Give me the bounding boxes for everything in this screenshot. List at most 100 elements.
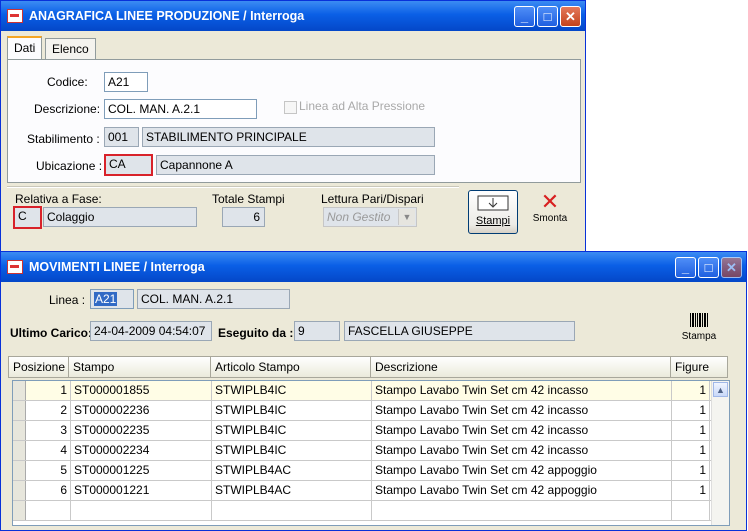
cell-stampo: ST000001225 <box>71 461 212 480</box>
cell-articolo: STWIPLB4AC <box>212 461 372 480</box>
descrizione-field[interactable]: COL. MAN. A.2.1 <box>104 99 257 119</box>
stampi-label: Stampi <box>475 215 511 227</box>
movimenti-title: MOVIMENTI LINEE / Interroga <box>29 260 205 274</box>
lettura-label: Lettura Pari/Dispari <box>321 192 424 206</box>
grid-scrollbar[interactable]: ▲ <box>711 381 729 525</box>
barcode-icon <box>690 313 708 327</box>
cell-posizione: 5 <box>26 461 71 480</box>
anagrafica-window: ANAGRAFICA LINEE PRODUZIONE / Interroga … <box>0 0 586 252</box>
lettura-value: Non Gestito <box>327 210 391 224</box>
column-header-posizione[interactable]: Posizione <box>8 356 69 378</box>
tab-dati[interactable]: Dati <box>7 36 43 60</box>
eseguito-name: FASCELLA GIUSEPPE <box>344 321 575 341</box>
totale-stampi-label: Totale Stampi <box>212 192 285 206</box>
column-header-descrizione[interactable]: Descrizione <box>371 356 671 378</box>
chevron-down-icon: ▼ <box>398 209 415 225</box>
close-button[interactable]: ✕ <box>721 256 742 278</box>
cell-descrizione: Stampo Lavabo Twin Set cm 42 appoggio <box>372 461 672 480</box>
eseguito-code: 9 <box>294 321 340 341</box>
row-selector[interactable] <box>13 481 26 500</box>
table-row[interactable]: 5 ST000001225 STWIPLB4AC Stampo Lavabo T… <box>13 461 729 481</box>
stampa-button[interactable]: Stampa <box>676 312 722 344</box>
cell-empty <box>212 501 372 520</box>
fase-label: Relativa a Fase: <box>15 192 102 206</box>
descrizione-label: Descrizione: <box>34 102 101 116</box>
close-button[interactable]: ✕ <box>560 5 581 27</box>
cell-articolo: STWIPLB4AC <box>212 481 372 500</box>
cell-figure: 1 <box>672 481 710 500</box>
minimize-button[interactable]: _ <box>514 5 535 27</box>
cell-stampo: ST000002235 <box>71 421 212 440</box>
table-row-empty <box>13 501 729 521</box>
app-icon <box>7 260 23 274</box>
alta-pressione-checkbox[interactable] <box>284 101 297 114</box>
alta-pressione-label: Linea ad Alta Pressione <box>299 99 426 113</box>
cell-stampo: ST000001855 <box>71 381 212 400</box>
scroll-up-icon[interactable]: ▲ <box>713 382 728 397</box>
codice-field[interactable]: A21 <box>104 72 148 92</box>
column-header-stampo[interactable]: Stampo <box>69 356 211 378</box>
table-row[interactable]: 2 ST000002236 STWIPLB4IC Stampo Lavabo T… <box>13 401 729 421</box>
smonta-label: Smonta <box>532 213 568 224</box>
cell-posizione: 1 <box>26 381 71 400</box>
totale-stampi-field: 6 <box>222 207 265 227</box>
cell-empty <box>26 501 71 520</box>
cell-empty <box>71 501 212 520</box>
cell-articolo: STWIPLB4IC <box>212 401 372 420</box>
cell-posizione: 6 <box>26 481 71 500</box>
cell-articolo: STWIPLB4IC <box>212 441 372 460</box>
eseguito-label: Eseguito da : <box>218 326 294 340</box>
cell-figure: 1 <box>672 401 710 420</box>
row-selector[interactable] <box>13 421 26 440</box>
cell-stampo: ST000002234 <box>71 441 212 460</box>
row-selector[interactable] <box>13 441 26 460</box>
stabilimento-name: STABILIMENTO PRINCIPALE <box>142 127 435 147</box>
codice-label: Codice: <box>47 75 88 89</box>
column-header-articolo[interactable]: Articolo Stampo <box>211 356 371 378</box>
smonta-button[interactable]: ✕ Smonta <box>527 191 573 233</box>
table-row[interactable]: 4 ST000002234 STWIPLB4IC Stampo Lavabo T… <box>13 441 729 461</box>
tab-elenco[interactable]: Elenco <box>45 38 96 60</box>
cell-articolo: STWIPLB4IC <box>212 421 372 440</box>
minimize-button[interactable]: _ <box>675 256 696 278</box>
app-icon <box>7 9 23 23</box>
movimenti-titlebar[interactable]: MOVIMENTI LINEE / Interroga _ □ ✕ <box>1 252 746 282</box>
ubicazione-label: Ubicazione : <box>36 159 103 173</box>
row-selector[interactable] <box>13 461 26 480</box>
cell-posizione: 4 <box>26 441 71 460</box>
stabilimento-code: 001 <box>104 127 139 147</box>
cell-articolo: STWIPLB4IC <box>212 381 372 400</box>
stabilimento-label: Stabilimento : <box>27 132 100 146</box>
cell-descrizione: Stampo Lavabo Twin Set cm 42 appoggio <box>372 481 672 500</box>
maximize-button[interactable]: □ <box>698 256 719 278</box>
cell-posizione: 2 <box>26 401 71 420</box>
ubicazione-name: Capannone A <box>156 155 435 175</box>
column-header-figure[interactable]: Figure <box>671 356 728 378</box>
maximize-button[interactable]: □ <box>537 5 558 27</box>
cell-stampo: ST000002236 <box>71 401 212 420</box>
row-selector[interactable] <box>13 381 26 400</box>
table-row[interactable]: 3 ST000002235 STWIPLB4IC Stampo Lavabo T… <box>13 421 729 441</box>
close-x-icon: ✕ <box>540 189 560 214</box>
table-row[interactable]: 1 ST000001855 STWIPLB4IC Stampo Lavabo T… <box>13 381 729 401</box>
cell-posizione: 3 <box>26 421 71 440</box>
anagrafica-titlebar[interactable]: ANAGRAFICA LINEE PRODUZIONE / Interroga … <box>1 1 585 31</box>
row-selector[interactable] <box>13 401 26 420</box>
cell-empty <box>372 501 672 520</box>
cell-empty <box>672 501 710 520</box>
cell-figure: 1 <box>672 381 710 400</box>
anagrafica-title: ANAGRAFICA LINEE PRODUZIONE / Interroga <box>29 9 305 23</box>
table-row[interactable]: 6 ST000001221 STWIPLB4AC Stampo Lavabo T… <box>13 481 729 501</box>
linea-code-field[interactable]: A21 <box>90 289 134 309</box>
fase-code[interactable]: C <box>13 206 42 229</box>
cell-stampo: ST000001221 <box>71 481 212 500</box>
grid-header: Posizione Stampo Articolo Stampo Descriz… <box>8 356 728 378</box>
linea-label: Linea : <box>49 293 86 307</box>
linea-name: COL. MAN. A.2.1 <box>137 289 290 309</box>
stampi-button[interactable]: Stampi <box>468 190 518 234</box>
ubicazione-code[interactable]: CA <box>104 154 153 176</box>
cell-descrizione: Stampo Lavabo Twin Set cm 42 incasso <box>372 381 672 400</box>
ultimo-carico-label: Ultimo Carico: <box>10 326 93 340</box>
movimenti-grid: 1 ST000001855 STWIPLB4IC Stampo Lavabo T… <box>12 380 730 526</box>
cell-figure: 1 <box>672 421 710 440</box>
